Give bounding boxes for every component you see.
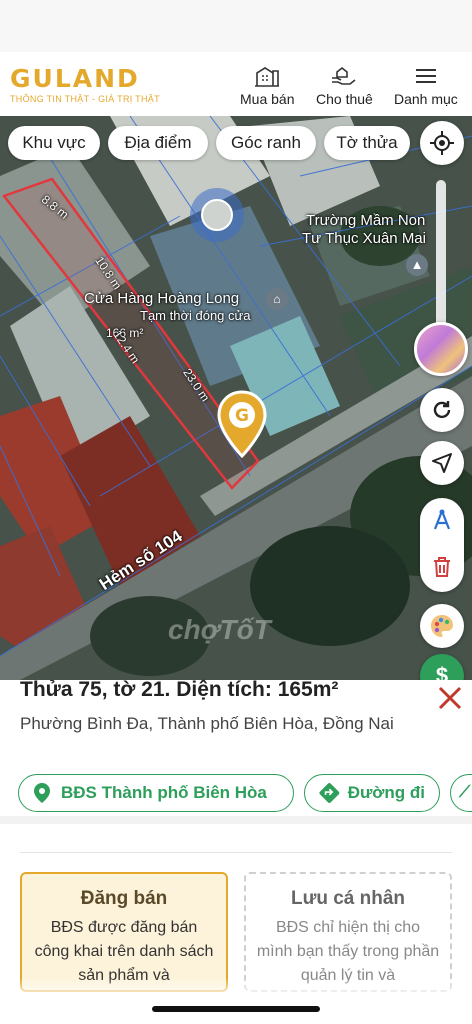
refresh-icon [433, 401, 451, 419]
school-label: Tư Thục Xuân Mai [302, 230, 426, 247]
school-marker-icon[interactable]: ▲ [406, 254, 428, 276]
palette-icon [431, 615, 453, 637]
school-label: Trường Mầm Non [306, 212, 426, 229]
filter-dia-diem[interactable]: Địa điểm [108, 126, 208, 160]
brand-logo[interactable]: GULAND THÔNG TIN THẬT - GIÁ TRỊ THẬT [10, 64, 160, 105]
street-view-bubble[interactable] [190, 188, 244, 242]
opacity-slider[interactable] [436, 180, 446, 330]
save-private-card[interactable]: Lưu cá nhân BĐS chỉ hiện thị cho mình bạ… [244, 872, 452, 992]
filter-goc-ranh[interactable]: Góc ranh [216, 126, 316, 160]
section-divider [0, 816, 472, 824]
nav-danh-muc[interactable]: Danh mục [394, 64, 458, 107]
location-pin-icon[interactable]: G [216, 390, 268, 458]
my-location-button[interactable] [420, 121, 464, 165]
building-icon [255, 67, 280, 87]
watermark: chợTốT [168, 614, 271, 645]
shop-status-label: Tạm thời đóng cửa [140, 308, 251, 323]
measure-tools [420, 498, 464, 592]
hand-house-icon [332, 66, 356, 85]
nav-mua-ban[interactable]: Mua bán [240, 64, 294, 107]
refresh-button[interactable] [420, 388, 464, 432]
card-title: Lưu cá nhân [290, 888, 406, 909]
rule [20, 852, 452, 853]
directions-label: Đường đi [347, 783, 425, 802]
satellite-map[interactable]: 8.8 m 10.8 m 166 m² 12.4 m 23.0 m Trường… [0, 116, 472, 680]
menu-icon [415, 69, 436, 83]
color-palette-button[interactable] [420, 604, 464, 648]
nearby-listings-label: BĐS Thành phố Biên Hòa [61, 783, 267, 802]
svg-text:G: G [235, 406, 249, 426]
app-screen: GULAND THÔNG TIN THẬT - GIÁ TRỊ THẬT Mua… [0, 0, 472, 1024]
bottom-fade [0, 978, 472, 1024]
nav-label: Cho thuê [316, 91, 373, 107]
crosshair-icon [430, 131, 454, 155]
navigation-arrow-icon [432, 453, 452, 473]
filter-khu-vuc[interactable]: Khu vực [8, 126, 100, 160]
map-layer-thumbnail[interactable] [414, 322, 468, 376]
street-view-thumbnail [201, 199, 233, 231]
parcel-address: Phường Bình Đa, Thành phố Biên Hòa, Đồng… [20, 714, 394, 733]
map-pin-icon [34, 783, 50, 803]
app-header: GULAND THÔNG TIN THẬT - GIÁ TRỊ THẬT Mua… [0, 52, 472, 116]
status-area [0, 0, 472, 52]
nav-cho-thue[interactable]: Cho thuê [316, 64, 373, 107]
brand-tagline: THÔNG TIN THẬT - GIÁ TRỊ THẬT [10, 94, 160, 104]
nearby-listings-button[interactable]: BĐS Thành phố Biên Hòa [18, 774, 294, 812]
close-icon[interactable] [436, 684, 464, 712]
shop-marker-icon[interactable]: ⌂ [266, 288, 288, 310]
filter-to-thua[interactable]: Tờ thửa [324, 126, 410, 160]
directions-icon [319, 783, 340, 803]
publish-sale-card[interactable]: Đăng bán BĐS được đăng bán công khai trê… [20, 872, 228, 992]
shop-label: Cửa Hàng Hoàng Long [84, 290, 240, 307]
ruler-icon: ⟋ [459, 784, 471, 801]
home-indicator[interactable] [152, 1006, 320, 1012]
parcel-title: Thửa 75, tờ 21. Diện tích: 165m² [20, 678, 339, 701]
card-title: Đăng bán [80, 888, 168, 909]
nav-label: Danh mục [394, 91, 458, 107]
nav-label: Mua bán [240, 91, 295, 107]
trash-icon[interactable] [432, 556, 452, 578]
navigate-button[interactable] [420, 441, 464, 485]
directions-button[interactable]: Đường đi [304, 774, 440, 812]
measure-compass-icon[interactable] [430, 508, 454, 532]
brand-name: GULAND [10, 64, 140, 93]
